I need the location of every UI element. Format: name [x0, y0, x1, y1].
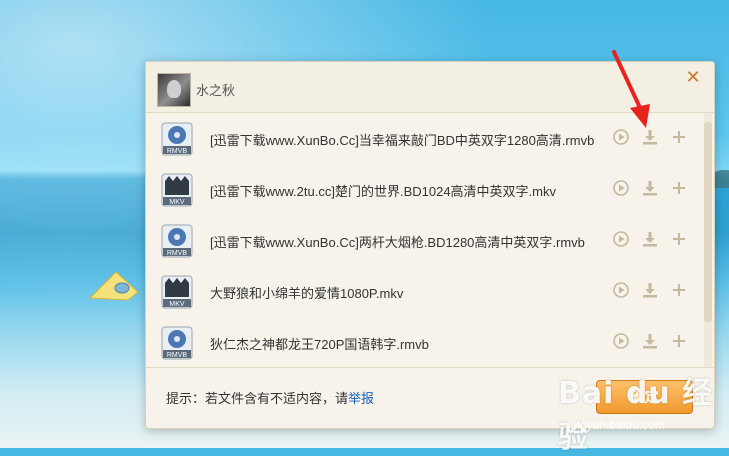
file-name: [迅雷下载www.XunBo.Cc]当幸福来敲门BD中英双字1280高清.rmv…: [210, 133, 595, 148]
play-circle-icon[interactable]: [612, 230, 630, 248]
mkv-file-icon: MKV: [161, 173, 193, 207]
plus-icon[interactable]: [670, 179, 688, 197]
play-circle-icon[interactable]: [612, 179, 630, 197]
download-icon[interactable]: [641, 332, 659, 350]
rmvb-file-icon: RMVB: [161, 326, 193, 360]
file-row[interactable]: RMVB 狄仁杰之神都龙王720P国语韩字.rmvb: [146, 317, 702, 368]
download-icon[interactable]: [641, 230, 659, 248]
file-row[interactable]: RMVB [迅雷下载www.XunBo.Cc]两杆大烟枪.BD1280高清中英双…: [146, 215, 702, 266]
username-label: 水之秋: [196, 83, 236, 98]
svg-text:RMVB: RMVB: [167, 250, 188, 257]
desktop-shortcut-icon[interactable]: [88, 268, 140, 302]
hint-text: 提示：若文件含有不适内容，请举报: [166, 388, 374, 407]
plus-icon[interactable]: [670, 332, 688, 350]
annotation-arrow-icon: [612, 50, 650, 128]
file-row[interactable]: MKV 大野狼和小绵羊的爱情1080P.mkv: [146, 266, 702, 317]
rmvb-file-icon: RMVB: [161, 122, 193, 156]
rmvb-file-icon: RMVB: [161, 224, 193, 258]
avatar-face: [167, 80, 181, 98]
download-icon[interactable]: [641, 179, 659, 197]
file-name: 大野狼和小绵羊的爱情1080P.mkv: [210, 286, 404, 301]
file-name: 狄仁杰之神都龙王720P国语韩字.rmvb: [210, 337, 429, 352]
user-avatar[interactable]: [157, 73, 191, 107]
play-circle-icon[interactable]: [612, 281, 630, 299]
plus-icon[interactable]: [670, 230, 688, 248]
file-row[interactable]: MKV [迅雷下载www.2tu.cc]楚门的世界.BD1024高清中英双字.m…: [146, 164, 702, 215]
svg-text:MKV: MKV: [169, 301, 185, 308]
svg-text:RMVB: RMVB: [167, 148, 188, 155]
hint-prefix: 提示：若文件含有不适内容，请: [166, 391, 349, 406]
report-link[interactable]: 举报: [348, 391, 374, 406]
plus-icon[interactable]: [670, 281, 688, 299]
close-button[interactable]: ✕: [682, 66, 704, 88]
svg-text:RMVB: RMVB: [167, 352, 188, 359]
play-circle-icon[interactable]: [612, 332, 630, 350]
confirm-button[interactable]: 确定: [596, 380, 693, 414]
file-name: [迅雷下载www.XunBo.Cc]两杆大烟枪.BD1280高清中英双字.rmv…: [210, 235, 585, 250]
download-icon[interactable]: [641, 281, 659, 299]
scrollbar-thumb[interactable]: [704, 122, 712, 322]
mkv-file-icon: MKV: [161, 275, 193, 309]
file-list: RMVB [迅雷下载www.XunBo.Cc]当幸福来敲门BD中英双字1280高…: [146, 113, 714, 367]
plus-icon[interactable]: [670, 128, 688, 146]
svg-text:MKV: MKV: [169, 199, 185, 206]
file-name: [迅雷下载www.2tu.cc]楚门的世界.BD1024高清中英双字.mkv: [210, 184, 556, 199]
dialog-footer: 提示：若文件含有不适内容，请举报 确定: [146, 367, 714, 429]
